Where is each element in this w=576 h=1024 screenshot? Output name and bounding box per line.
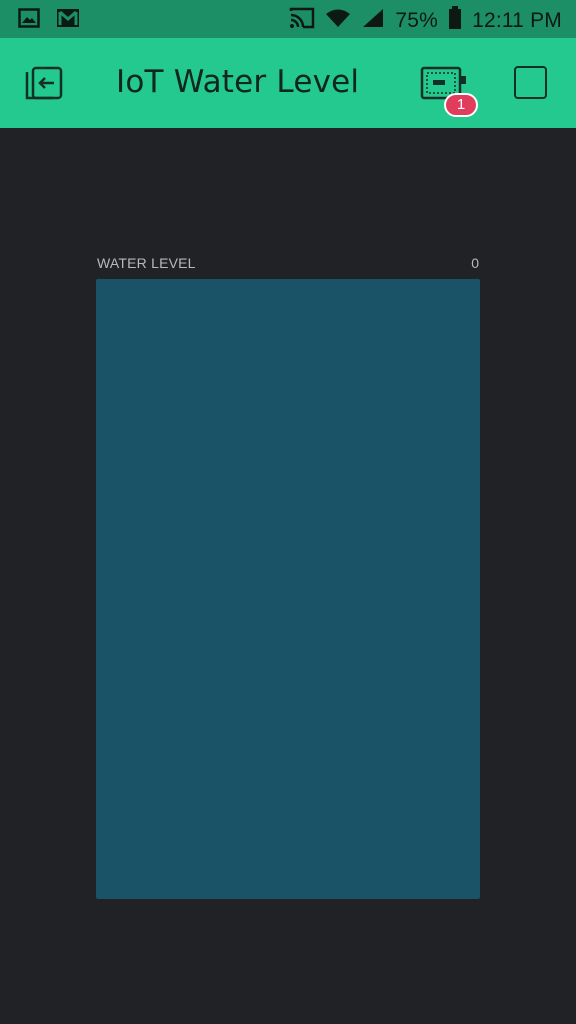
signal-icon <box>361 8 385 34</box>
status-right-area: 75% 12:11 PM <box>289 6 562 36</box>
page-title: IoT Water Level <box>116 64 360 100</box>
image-icon <box>18 8 40 33</box>
water-level-gauge[interactable] <box>96 279 480 899</box>
widget-label: WATER LEVEL <box>97 255 196 271</box>
status-bar: 75% 12:11 PM <box>0 0 576 38</box>
exit-project-icon[interactable] <box>24 64 66 102</box>
device-notification-badge: 1 <box>444 93 478 117</box>
app-bar: IoT Water Level 1 <box>0 38 576 128</box>
cast-icon <box>289 7 315 35</box>
wifi-icon <box>325 8 351 34</box>
battery-icon <box>448 6 462 36</box>
clock: 12:11 PM <box>472 9 562 32</box>
stop-square-icon[interactable] <box>514 66 547 99</box>
widget-value: 0 <box>471 255 479 271</box>
status-left-icons <box>18 8 80 33</box>
battery-percent: 75% <box>395 9 439 32</box>
gmail-icon <box>56 8 80 33</box>
